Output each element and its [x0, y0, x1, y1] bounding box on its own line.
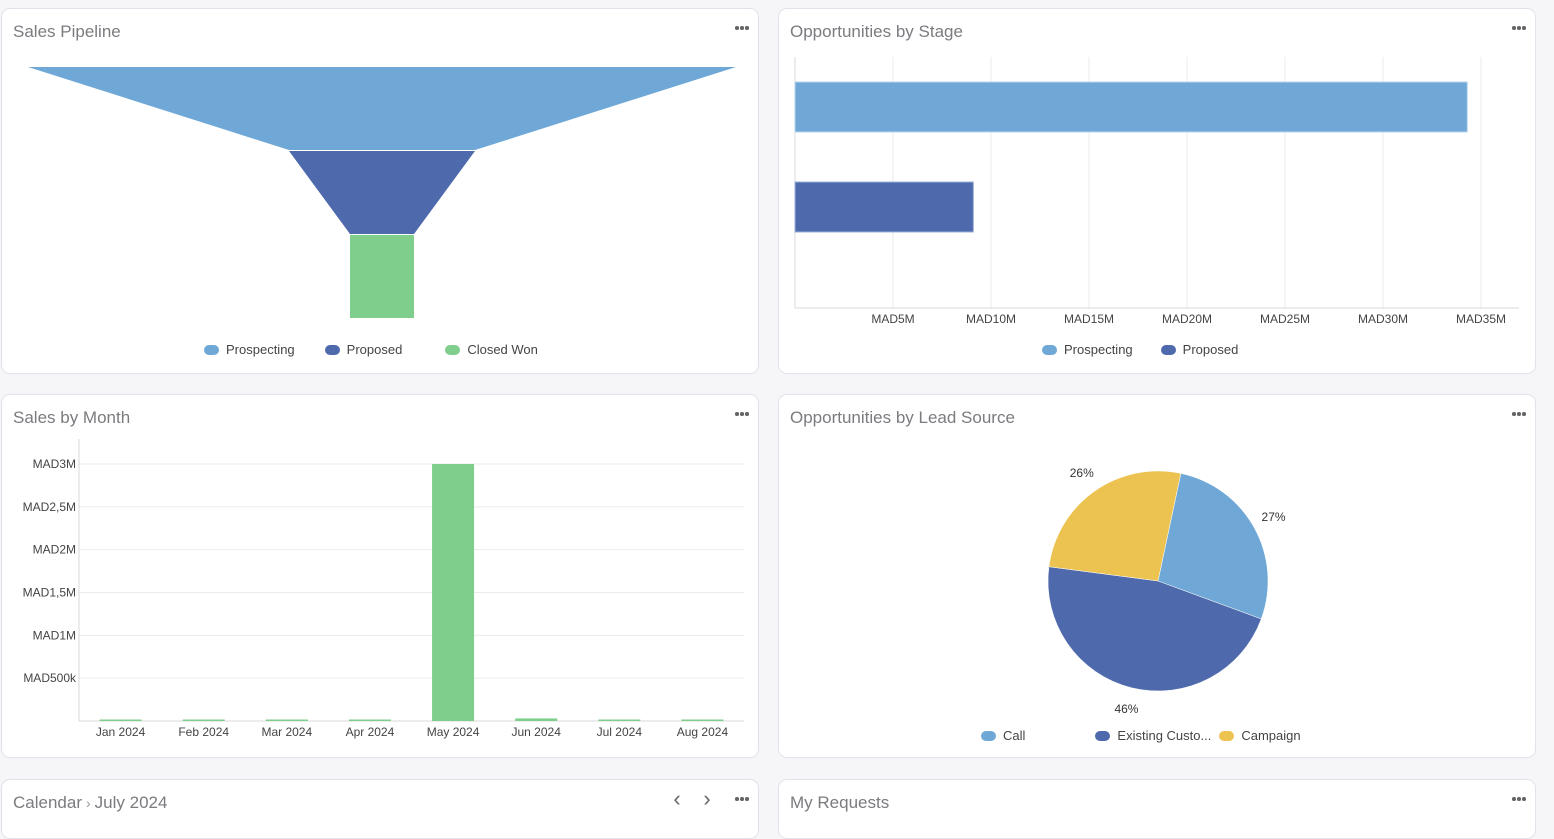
legend-swatch — [1219, 730, 1235, 741]
panel-sales-by-month: Sales by Month MAD500k MAD1M MAD1,5M MAD2M M… — [1, 394, 759, 758]
pie-label: 26% — [1070, 466, 1094, 480]
pie-slice-campaign — [1048, 470, 1182, 582]
legend-label: Prospecting — [226, 342, 295, 357]
bar-may-2024 — [432, 464, 475, 721]
funnel-legend: Prospecting Proposed Closed Won — [204, 342, 538, 357]
bar-jan-2024 — [99, 719, 142, 721]
legend-item[interactable]: Prospecting — [204, 342, 295, 357]
funnel-segment-prospecting — [28, 67, 736, 150]
x-tick-label: Aug 2024 — [677, 725, 729, 739]
y-tick-label: MAD500k — [23, 671, 77, 685]
stage-bar-chart: MAD5M MAD10M MAD15M MAD20M MAD25M MAD30M MAD35… — [794, 57, 1519, 326]
x-tick-label: MAD25M — [1260, 312, 1310, 326]
x-tick-label: Feb 2024 — [178, 725, 229, 739]
funnel-chart — [28, 67, 736, 318]
x-tick-label: Mar 2024 — [261, 725, 312, 739]
bar-proposed — [794, 181, 974, 233]
panel-opportunities-by-lead-source: Opportunities by Lead Source 27% 46% 26% C… — [778, 394, 1536, 758]
y-tick-label: MAD2,5M — [23, 500, 76, 514]
bar-jul-2024 — [598, 719, 641, 721]
y-tick-label: MAD1M — [33, 628, 76, 642]
legend-label: Call — [1003, 728, 1026, 743]
bar-aug-2024 — [681, 719, 724, 721]
legend-swatch — [204, 344, 219, 355]
panel-sales-pipeline: Sales Pipeline Prospecting Proposed Closed… — [1, 8, 759, 374]
x-tick-label: MAD20M — [1162, 312, 1212, 326]
x-tick-label: Jun 2024 — [511, 725, 561, 739]
legend-swatch — [445, 344, 461, 355]
panel-opportunities-by-stage: Opportunities by Stage MAD5M MAD10M MAD15M… — [778, 8, 1536, 374]
legend-label: Proposed — [346, 342, 403, 357]
y-tick-label: MAD1,5M — [23, 586, 76, 600]
stage-legend: Prospecting Proposed — [1042, 342, 1238, 357]
bar-jun-2024 — [515, 718, 558, 721]
calendar-month: July 2024 — [94, 793, 168, 812]
legend-item[interactable]: Call — [981, 728, 1025, 743]
month-bar-chart: MAD500k MAD1M MAD1,5M MAD2M MAD2,5M MAD3M Jan … — [23, 439, 744, 739]
lead-source-pie-chart: 27% 46% 26% — [1047, 466, 1286, 716]
legend-label: Campaign — [1241, 728, 1301, 743]
more-options-icon[interactable] — [735, 794, 751, 804]
panel-title: Calendar › July 2024 — [13, 793, 167, 813]
legend-item[interactable]: Prospecting — [1042, 342, 1133, 357]
more-options-icon[interactable] — [1512, 794, 1528, 804]
next-month-button[interactable]: › — [698, 788, 716, 810]
legend-swatch — [981, 730, 996, 741]
bar-feb-2024 — [182, 719, 225, 721]
legend-swatch — [1160, 344, 1176, 355]
x-tick-label: Jul 2024 — [597, 725, 643, 739]
legend-item[interactable]: Closed Won — [445, 342, 538, 357]
y-tick-label: MAD3M — [33, 457, 76, 471]
pie-label: 46% — [1114, 702, 1138, 716]
bar-mar-2024 — [265, 719, 308, 721]
x-tick-label: MAD30M — [1358, 312, 1408, 326]
bar-apr-2024 — [348, 719, 391, 721]
panel-my-requests: My Requests — [778, 779, 1536, 839]
breadcrumb-separator: › — [86, 795, 91, 811]
y-tick-label: MAD2M — [33, 543, 76, 557]
legend-label: Proposed — [1182, 342, 1239, 357]
funnel-segment-proposed — [289, 151, 475, 234]
x-tick-label: MAD5M — [871, 312, 914, 326]
panel-calendar: Calendar › July 2024 ‹ › — [1, 779, 759, 839]
panel-title: My Requests — [790, 793, 890, 812]
pie-legend: Call Existing Custo... Campaign — [981, 728, 1301, 743]
legend-swatch — [1042, 344, 1057, 355]
legend-label: Closed Won — [467, 342, 538, 357]
legend-swatch — [324, 344, 340, 355]
bar-prospecting — [794, 81, 1468, 133]
legend-swatch — [1095, 730, 1111, 741]
legend-item[interactable]: Existing Custo... — [1095, 728, 1211, 743]
legend-item[interactable]: Campaign — [1219, 728, 1301, 743]
previous-month-button[interactable]: ‹ — [668, 788, 686, 810]
legend-label: Prospecting — [1064, 342, 1133, 357]
legend-item[interactable]: Proposed — [324, 342, 403, 357]
x-tick-label: May 2024 — [427, 725, 480, 739]
legend-item[interactable]: Proposed — [1160, 342, 1239, 357]
pie-label: 27% — [1262, 510, 1286, 524]
funnel-segment-closed-won — [350, 235, 414, 318]
x-tick-label: MAD15M — [1064, 312, 1114, 326]
x-tick-label: MAD35M — [1456, 312, 1506, 326]
calendar-title: Calendar — [13, 793, 82, 812]
x-tick-label: Jan 2024 — [96, 725, 146, 739]
x-tick-label: MAD10M — [966, 312, 1016, 326]
legend-label: Existing Custo... — [1117, 728, 1212, 743]
x-tick-label: Apr 2024 — [346, 725, 395, 739]
